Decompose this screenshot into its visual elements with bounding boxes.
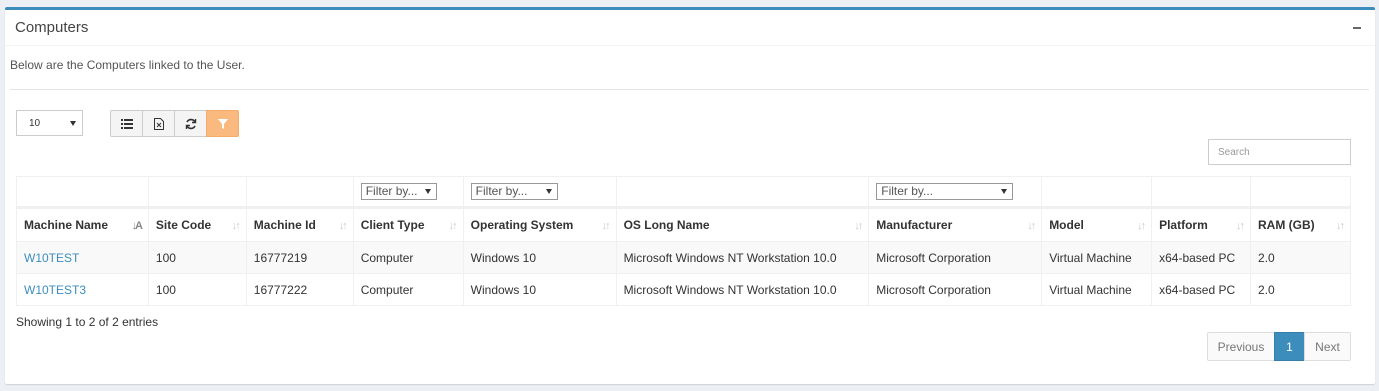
- computers-table: Filter by... Filter by... Filter by... M…: [16, 176, 1351, 306]
- table-cell: Computer: [352, 273, 464, 306]
- panel-description: Below are the Computers linked to the Us…: [10, 58, 245, 72]
- client-type-filter[interactable]: Filter by...: [360, 183, 437, 200]
- page-length-select[interactable]: 10: [16, 110, 83, 136]
- machine-name-link[interactable]: W10TEST: [24, 251, 79, 265]
- collapse-icon[interactable]: [1349, 20, 1365, 36]
- table-cell: Windows 10: [462, 273, 617, 306]
- table-cell: Computer: [352, 241, 464, 274]
- page-1-button[interactable]: 1: [1274, 332, 1305, 361]
- table-cell: 16777222: [245, 273, 354, 306]
- filter-icon: [217, 118, 228, 129]
- table-cell: x64-based PC: [1151, 273, 1252, 306]
- table-cell: 100: [147, 241, 247, 274]
- column-header-manufacturer[interactable]: Manufacturer ↓↑: [868, 207, 1043, 242]
- table-row: W10TEST3 100 16777222 Computer Windows 1…: [16, 273, 1351, 306]
- sort-icon: ↓↑: [1336, 220, 1345, 232]
- sort-icon: ↓↑: [601, 220, 611, 232]
- pagination: Previous 1 Next: [1207, 332, 1351, 361]
- column-header-platform[interactable]: Platform ↓↑: [1151, 207, 1252, 242]
- toolbar: [110, 110, 239, 137]
- column-header-ram[interactable]: RAM (GB) ↓↑: [1250, 207, 1351, 242]
- sort-icon: ↓↑: [1137, 220, 1146, 232]
- table-cell: Microsoft Windows NT Workstation 10.0: [615, 273, 870, 306]
- chevron-down-icon: [1001, 189, 1008, 194]
- column-header-site-code[interactable]: Site Code ↓↑: [147, 207, 247, 242]
- operating-system-filter-label: Filter by...: [475, 184, 528, 198]
- next-page-button[interactable]: Next: [1304, 332, 1351, 361]
- sort-asc-icon: ↓A: [131, 220, 143, 232]
- operating-system-filter[interactable]: Filter by...: [470, 183, 558, 200]
- list-view-button[interactable]: [110, 110, 143, 137]
- search-input[interactable]: [1208, 139, 1351, 165]
- column-header-os-long-name[interactable]: OS Long Name ↓↑: [615, 207, 870, 242]
- sort-icon: ↓↑: [448, 220, 458, 232]
- table-cell: Microsoft Corporation: [868, 273, 1043, 306]
- manufacturer-filter-label: Filter by...: [881, 184, 934, 198]
- sort-icon: ↓↑: [338, 220, 348, 232]
- sort-icon: ↓↑: [1236, 220, 1245, 232]
- table-cell: Microsoft Windows NT Workstation 10.0: [615, 241, 870, 274]
- table-cell: 100: [147, 273, 247, 306]
- previous-page-button[interactable]: Previous: [1207, 332, 1275, 361]
- client-type-filter-label: Filter by...: [365, 184, 418, 198]
- table-row: W10TEST 100 16777219 Computer Windows 10…: [16, 241, 1351, 274]
- manufacturer-filter[interactable]: Filter by...: [876, 183, 1014, 200]
- column-header-model[interactable]: Model ↓↑: [1041, 207, 1153, 242]
- header-row: Machine Name ↓A Site Code ↓↑ Machine Id ↓↑ …: [16, 207, 1351, 242]
- page-length-value: 10: [29, 118, 41, 129]
- refresh-icon: [185, 118, 196, 129]
- table-cell: 2.0: [1250, 273, 1351, 306]
- divider: [10, 89, 1369, 90]
- column-header-machine-name[interactable]: Machine Name ↓A: [16, 207, 149, 242]
- table-cell: 16777219: [245, 241, 354, 274]
- table-info: Showing 1 to 2 of 2 entries: [16, 315, 159, 329]
- sort-icon: ↓↑: [231, 220, 241, 232]
- chevron-down-icon: [424, 189, 431, 194]
- table-cell: Virtual Machine: [1041, 273, 1153, 306]
- sort-icon: ↓↑: [1027, 220, 1036, 232]
- chevron-down-icon: [70, 121, 76, 126]
- excel-export-icon: [153, 117, 164, 130]
- sort-icon: ↓↑: [854, 220, 863, 232]
- panel-title: Computers: [15, 19, 89, 36]
- table-cell: Microsoft Corporation: [868, 241, 1043, 274]
- machine-name-link[interactable]: W10TEST3: [24, 283, 86, 297]
- refresh-button[interactable]: [174, 110, 207, 137]
- table-cell: x64-based PC: [1151, 241, 1252, 274]
- filter-button[interactable]: [206, 110, 239, 137]
- column-header-machine-id[interactable]: Machine Id ↓↑: [245, 207, 354, 242]
- column-header-client-type[interactable]: Client Type ↓↑: [352, 207, 464, 242]
- column-header-operating-system[interactable]: Operating System ↓↑: [462, 207, 617, 242]
- table-cell: Virtual Machine: [1041, 241, 1153, 274]
- chevron-down-icon: [545, 189, 552, 194]
- export-excel-button[interactable]: [142, 110, 175, 137]
- filter-row: Filter by... Filter by... Filter by...: [16, 176, 1351, 209]
- table-cell: 2.0: [1250, 241, 1351, 274]
- list-icon: [120, 118, 133, 129]
- panel-header: Computers: [5, 10, 1375, 46]
- table-cell: Windows 10: [462, 241, 617, 274]
